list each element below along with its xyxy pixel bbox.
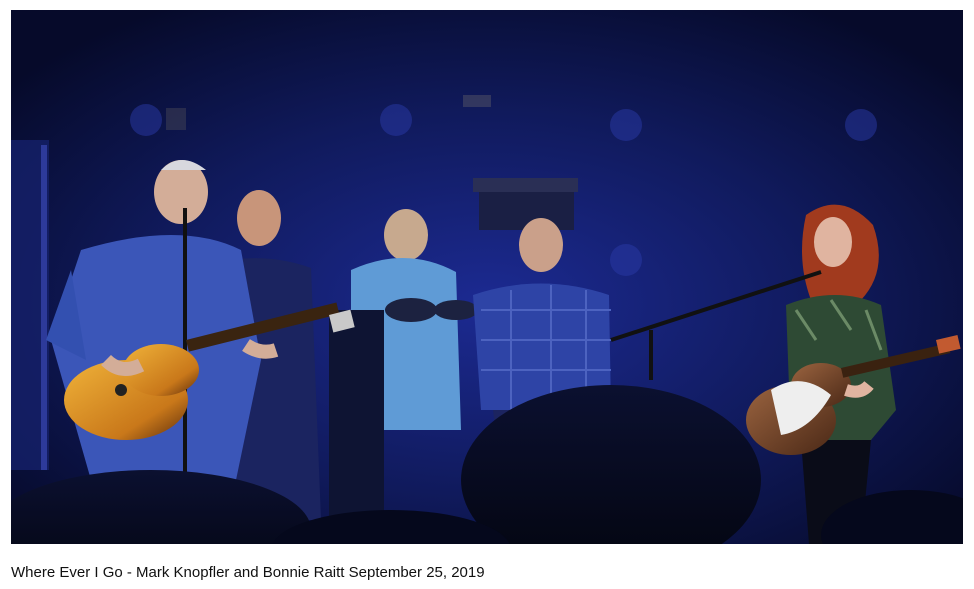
page: Where Ever I Go - Mark Knopfler and Bonn… bbox=[0, 0, 974, 589]
video-caption: Where Ever I Go - Mark Knopfler and Bonn… bbox=[11, 564, 485, 581]
video-player[interactable] bbox=[11, 10, 963, 544]
concert-photo bbox=[11, 10, 963, 544]
